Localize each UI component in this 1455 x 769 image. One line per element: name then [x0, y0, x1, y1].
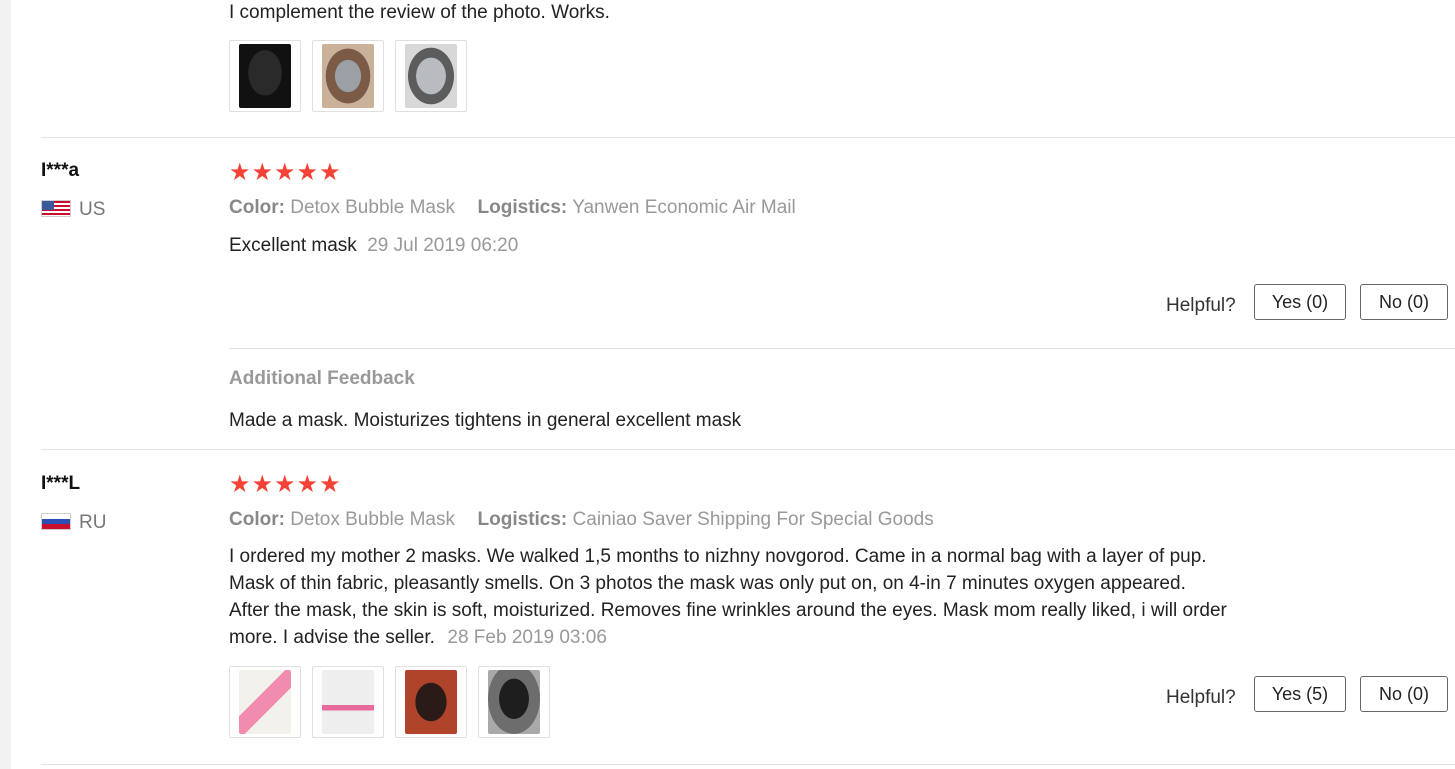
oxygen-mask-photo — [488, 670, 540, 734]
additional-feedback-title: Additional Feedback — [229, 368, 415, 389]
dark-face-mask-photo — [405, 670, 457, 734]
bubble-mask-photo — [405, 44, 457, 108]
review-text: I complement the review of the photo. Wo… — [229, 2, 610, 23]
reviewer-country: US — [79, 199, 106, 220]
review-photo-thumbnail[interactable] — [478, 666, 550, 738]
review-divider — [41, 137, 1455, 138]
mask-pack-photo — [322, 670, 374, 734]
color-label: Color: — [229, 509, 285, 530]
logistics-label: Logistics: — [477, 509, 568, 530]
star-rating: ★★★★★ — [229, 159, 342, 186]
review-text-line: After the mask, the skin is soft, moistu… — [229, 600, 1227, 621]
review-date: 28 Feb 2019 03:06 — [447, 627, 607, 648]
review-photo-thumbnail[interactable] — [395, 40, 467, 112]
logistics-label: Logistics: — [477, 197, 568, 218]
left-gutter — [0, 0, 11, 769]
star-rating: ★★★★★ — [229, 471, 342, 498]
helpful-label: Helpful? — [1166, 687, 1236, 708]
helpful-no-button[interactable]: No (0) — [1360, 676, 1448, 712]
review-divider — [41, 449, 1455, 450]
review-photo-thumbnail[interactable] — [229, 666, 301, 738]
face-mask-photo — [322, 44, 374, 108]
review-photo-thumbnail[interactable] — [312, 40, 384, 112]
color-value: Detox Bubble Mask — [290, 509, 455, 530]
review-date: 29 Jul 2019 06:20 — [367, 235, 519, 256]
review-text-last-line: more. I advise the seller. 28 Feb 2019 0… — [229, 627, 607, 649]
mask-pack-photo — [239, 670, 291, 734]
additional-feedback-text: Made a mask. Moisturizes tightens in gen… — [229, 410, 742, 431]
helpful-yes-button[interactable]: Yes (5) — [1254, 676, 1346, 712]
dark-mask-photo — [239, 44, 291, 108]
reviewer-name: I***L — [41, 473, 81, 494]
review-divider — [41, 764, 1455, 765]
review-text-line: more. I advise the seller. — [229, 627, 435, 648]
reviewer-country: RU — [79, 512, 107, 533]
review-text-line: Mask of thin fabric, pleasantly smells. … — [229, 573, 1186, 594]
helpful-label: Helpful? — [1166, 295, 1236, 316]
additional-feedback-divider — [229, 348, 1455, 349]
us-flag-icon — [41, 200, 71, 217]
helpful-no-button[interactable]: No (0) — [1360, 284, 1448, 320]
reviewer-name: I***a — [41, 160, 80, 181]
color-value: Detox Bubble Mask — [290, 197, 455, 218]
logistics-value: Yanwen Economic Air Mail — [572, 197, 796, 218]
review-meta: Color: Detox Bubble Mask Logistics: Cain… — [229, 509, 934, 531]
review-photo-thumbnail[interactable] — [229, 40, 301, 112]
review-meta: Color: Detox Bubble Mask Logistics: Yanw… — [229, 197, 796, 219]
review-photo-thumbnail[interactable] — [395, 666, 467, 738]
ru-flag-icon — [41, 513, 71, 530]
review-text: Excellent mask — [229, 235, 357, 256]
review-photo-thumbnail[interactable] — [312, 666, 384, 738]
color-label: Color: — [229, 197, 285, 218]
review-body: Excellent mask 29 Jul 2019 06:20 — [229, 235, 518, 257]
logistics-value: Cainiao Saver Shipping For Special Goods — [572, 509, 934, 530]
review-text-line: I ordered my mother 2 masks. We walked 1… — [229, 546, 1207, 567]
helpful-yes-button[interactable]: Yes (0) — [1254, 284, 1346, 320]
